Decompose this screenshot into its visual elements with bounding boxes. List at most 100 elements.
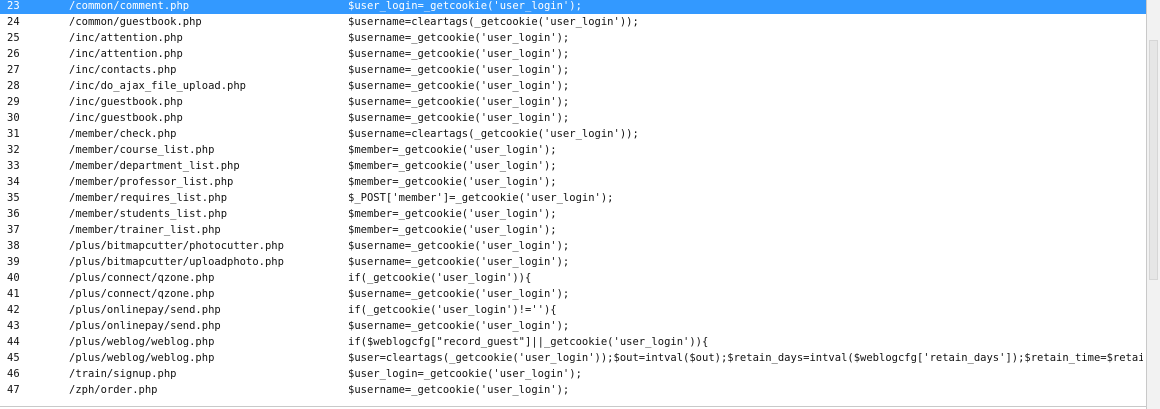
line-number: 47 xyxy=(7,384,20,396)
file-path: /train/signup.php xyxy=(69,368,177,380)
code-snippet: $username=_getcookie('user_login'); xyxy=(348,288,570,300)
line-number: 44 xyxy=(7,336,20,348)
line-number: 35 xyxy=(7,192,20,204)
result-row[interactable]: 25/inc/attention.php $username=_getcookie… xyxy=(0,30,1146,46)
code-snippet: if(_getcookie('user_login')!=''){ xyxy=(348,304,557,316)
line-number: 43 xyxy=(7,320,20,332)
result-row[interactable]: 43/plus/onlinepay/send.php $username=_get… xyxy=(0,318,1146,334)
file-path: /common/comment.php xyxy=(69,0,190,12)
file-path: /common/guestbook.php xyxy=(69,16,202,28)
file-path: /member/course_list.php xyxy=(69,144,215,156)
code-snippet: $username=_getcookie('user_login'); xyxy=(348,256,570,268)
file-path: /plus/bitmapcutter/uploadphoto.php xyxy=(69,256,284,268)
result-row[interactable]: 29/inc/guestbook.php $username=_getcookie… xyxy=(0,94,1146,110)
file-path: /inc/do_ajax_file_upload.php xyxy=(69,80,247,92)
list-bottom-border xyxy=(0,406,1146,407)
code-snippet: $member=_getcookie('user_login'); xyxy=(348,208,557,220)
result-row[interactable]: 26/inc/attention.php $username=_getcookie… xyxy=(0,46,1146,62)
result-row[interactable]: 41/plus/connect/qzone.php $username=_getc… xyxy=(0,286,1146,302)
result-row[interactable]: 45/plus/weblog/weblog.php $user=cleartags… xyxy=(0,350,1146,366)
file-path: /plus/bitmapcutter/photocutter.php xyxy=(69,240,284,252)
code-snippet: $user=cleartags(_getcookie('user_login')… xyxy=(348,352,1143,364)
file-path: /plus/connect/qzone.php xyxy=(69,288,215,300)
file-path: /plus/onlinepay/send.php xyxy=(69,320,221,332)
result-row[interactable]: 36/member/students_list.php $member=_getc… xyxy=(0,206,1146,222)
file-path: /inc/guestbook.php xyxy=(69,112,183,124)
file-path: /plus/weblog/weblog.php xyxy=(69,352,215,364)
file-path: /plus/weblog/weblog.php xyxy=(69,336,215,348)
code-snippet: $username=_getcookie('user_login'); xyxy=(348,320,570,332)
file-path: /member/students_list.php xyxy=(69,208,228,220)
result-row[interactable]: 35/member/requires_list.php $_POST['membe… xyxy=(0,190,1146,206)
line-number: 29 xyxy=(7,96,20,108)
line-number: 26 xyxy=(7,48,20,60)
code-snippet: $user_login=_getcookie('user_login'); xyxy=(348,0,582,12)
code-snippet: $member=_getcookie('user_login'); xyxy=(348,144,557,156)
file-path: /inc/contacts.php xyxy=(69,64,177,76)
code-snippet: $member=_getcookie('user_login'); xyxy=(348,176,557,188)
code-snippet: $username=_getcookie('user_login'); xyxy=(348,64,570,76)
result-row[interactable]: 39/plus/bitmapcutter/uploadphoto.php $use… xyxy=(0,254,1146,270)
line-number: 45 xyxy=(7,352,20,364)
line-number: 25 xyxy=(7,32,20,44)
result-row[interactable]: 38/plus/bitmapcutter/photocutter.php $use… xyxy=(0,238,1146,254)
code-snippet: $username=_getcookie('user_login'); xyxy=(348,96,570,108)
line-number: 42 xyxy=(7,304,20,316)
code-snippet: if(_getcookie('user_login')){ xyxy=(348,272,532,284)
result-row[interactable]: 44/plus/weblog/weblog.php if($weblogcfg["… xyxy=(0,334,1146,350)
code-snippet: $username=_getcookie('user_login'); xyxy=(348,240,570,252)
line-number: 24 xyxy=(7,16,20,28)
result-row[interactable]: 37/member/trainer_list.php $member=_getco… xyxy=(0,222,1146,238)
file-path: /inc/attention.php xyxy=(69,32,183,44)
file-path: /member/trainer_list.php xyxy=(69,224,221,236)
result-row[interactable]: 32/member/course_list.php $member=_getcoo… xyxy=(0,142,1146,158)
code-snippet: $_POST['member']=_getcookie('user_login'… xyxy=(348,192,614,204)
line-number: 39 xyxy=(7,256,20,268)
line-number: 30 xyxy=(7,112,20,124)
code-snippet: $username=_getcookie('user_login'); xyxy=(348,112,570,124)
file-path: /inc/guestbook.php xyxy=(69,96,183,108)
result-row[interactable]: 46/train/signup.php $user_login=_getcooki… xyxy=(0,366,1146,382)
result-row[interactable]: 23/common/comment.php $user_login=_getcoo… xyxy=(0,0,1146,14)
result-row[interactable]: 40/plus/connect/qzone.php if(_getcookie('… xyxy=(0,270,1146,286)
result-row[interactable]: 34/member/professor_list.php $member=_get… xyxy=(0,174,1146,190)
file-path: /inc/attention.php xyxy=(69,48,183,60)
code-snippet: $username=_getcookie('user_login'); xyxy=(348,80,570,92)
file-path: /member/requires_list.php xyxy=(69,192,228,204)
file-path: /member/professor_list.php xyxy=(69,176,234,188)
line-number: 46 xyxy=(7,368,20,380)
file-path: /member/check.php xyxy=(69,128,177,140)
scrollbar-thumb[interactable] xyxy=(1149,40,1158,280)
code-snippet: $member=_getcookie('user_login'); xyxy=(348,160,557,172)
result-row[interactable]: 42/plus/onlinepay/send.php if(_getcookie(… xyxy=(0,302,1146,318)
line-number: 27 xyxy=(7,64,20,76)
line-number: 36 xyxy=(7,208,20,220)
result-row[interactable]: 31/member/check.php $username=cleartags(_… xyxy=(0,126,1146,142)
line-number: 28 xyxy=(7,80,20,92)
file-path: /zph/order.php xyxy=(69,384,158,396)
line-number: 32 xyxy=(7,144,20,156)
code-snippet: $username=_getcookie('user_login'); xyxy=(348,48,570,60)
result-row[interactable]: 30/inc/guestbook.php $username=_getcookie… xyxy=(0,110,1146,126)
line-number: 23 xyxy=(7,0,20,12)
file-path: /plus/onlinepay/send.php xyxy=(69,304,221,316)
file-path: /member/department_list.php xyxy=(69,160,240,172)
result-row[interactable]: 27/inc/contacts.php $username=_getcookie(… xyxy=(0,62,1146,78)
line-number: 33 xyxy=(7,160,20,172)
file-path: /plus/connect/qzone.php xyxy=(69,272,215,284)
line-number: 34 xyxy=(7,176,20,188)
line-number: 38 xyxy=(7,240,20,252)
line-number: 31 xyxy=(7,128,20,140)
result-row[interactable]: 24/common/guestbook.php $username=clearta… xyxy=(0,14,1146,30)
code-snippet: $username=_getcookie('user_login'); xyxy=(348,32,570,44)
code-snippet: $member=_getcookie('user_login'); xyxy=(348,224,557,236)
code-snippet: if($weblogcfg["record_guest"]||_getcooki… xyxy=(348,336,709,348)
vertical-scrollbar[interactable] xyxy=(1147,0,1160,409)
line-number: 37 xyxy=(7,224,20,236)
result-row[interactable]: 33/member/department_list.php $member=_ge… xyxy=(0,158,1146,174)
code-snippet: $username=cleartags(_getcookie('user_log… xyxy=(348,128,639,140)
result-row[interactable]: 47/zph/order.php $username=_getcookie('us… xyxy=(0,382,1146,398)
result-row[interactable]: 28/inc/do_ajax_file_upload.php $username=… xyxy=(0,78,1146,94)
search-results-list[interactable]: 23/common/comment.php $user_login=_getcoo… xyxy=(0,0,1147,409)
line-number: 41 xyxy=(7,288,20,300)
